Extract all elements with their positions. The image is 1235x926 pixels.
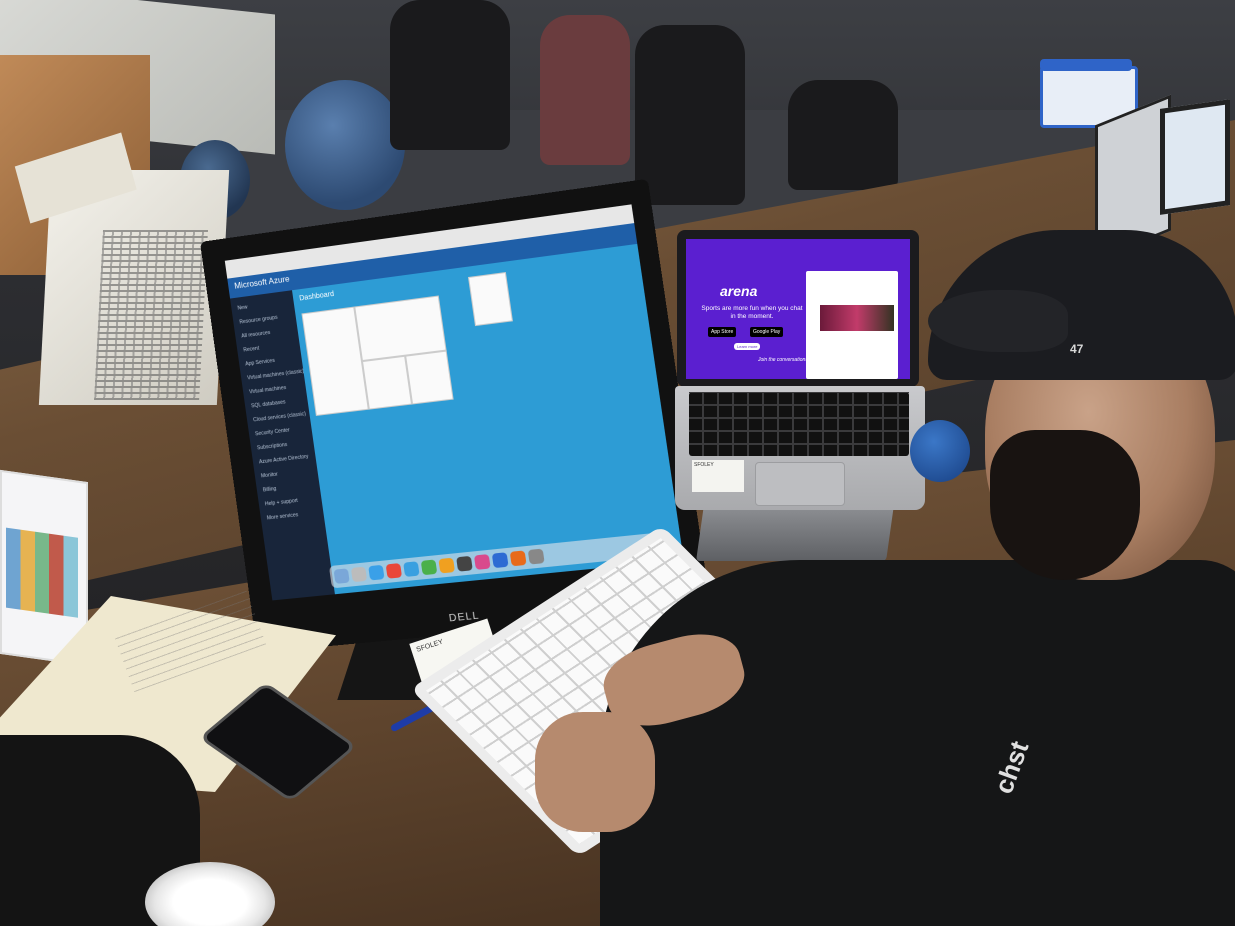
office-chair [788, 80, 898, 190]
arena-logo: arena [720, 283, 758, 299]
dashboard-tile[interactable] [405, 350, 454, 405]
messages-icon[interactable] [420, 559, 438, 576]
person-torso [600, 560, 1235, 926]
trackpad[interactable] [755, 462, 845, 506]
app-icon[interactable] [438, 557, 456, 574]
join-caption: Join the conversation! [758, 357, 807, 363]
trash-icon[interactable] [527, 548, 545, 565]
app-icon[interactable] [368, 564, 385, 581]
cap-bill [928, 290, 1068, 352]
background-laptop [1160, 99, 1230, 215]
learn-more-button[interactable]: Learn more [734, 343, 761, 350]
exercise-ball [285, 80, 405, 210]
sidebar-item[interactable]: Resource groups [239, 312, 296, 326]
chrome-icon[interactable] [385, 563, 403, 579]
app-icon[interactable] [491, 552, 509, 569]
blue-bowl [910, 420, 970, 482]
right-hand [535, 712, 655, 832]
color-swatches [6, 527, 78, 618]
launchpad-icon[interactable] [350, 566, 368, 583]
laptop-keyboard[interactable] [689, 392, 909, 456]
cap-logo: 47 [1070, 342, 1084, 356]
laptop-lid: arena Sports are more fun when you chat … [677, 230, 919, 387]
sidebar-item[interactable]: Virtual machines [249, 383, 306, 396]
sidebar-item[interactable]: App Services [245, 354, 302, 368]
sidebar-item[interactable]: Virtual machines (classic) [247, 368, 305, 381]
monitor-screen: Microsoft Azure New Resource groups All … [224, 204, 684, 601]
laptop-sticky-note: SFOLEY [692, 460, 744, 492]
arena-tagline: Sports are more fun when you chat in the… [701, 305, 803, 320]
sidebar-item[interactable]: SQL databases [251, 397, 308, 409]
laptop-stand [696, 505, 894, 561]
box-label-print [94, 230, 209, 400]
dashboard-tile[interactable] [467, 271, 513, 327]
sidebar-item[interactable]: All resources [241, 326, 298, 340]
app-icon[interactable] [473, 554, 491, 570]
sidebar-item[interactable]: More services [267, 509, 324, 521]
office-chair [390, 0, 510, 150]
cardboard-box-open [14, 132, 230, 405]
sidebar-item[interactable]: New [237, 298, 294, 311]
google-play-button[interactable]: Google Play [750, 327, 784, 337]
sidebar-item[interactable]: Billing [263, 481, 320, 494]
sidebar-item[interactable]: Security Center [255, 425, 312, 437]
sidebar-item[interactable]: Monitor [261, 467, 318, 480]
sidebar-item[interactable]: Recent [243, 340, 300, 354]
office-chair [635, 25, 745, 205]
skype-icon[interactable] [403, 561, 420, 577]
sidebar-item[interactable]: Help + support [265, 495, 322, 508]
chat-preview-image [820, 305, 894, 331]
office-scene: Microsoft Azure New Resource groups All … [0, 0, 1235, 926]
sidebar-item[interactable]: Cloud services (classic) [253, 411, 310, 423]
dashboard-title: Dashboard [298, 290, 335, 303]
sidebar-item[interactable]: Subscriptions [257, 439, 314, 452]
firefox-icon[interactable] [509, 550, 527, 567]
jacket-on-chair [540, 15, 630, 165]
app-store-button[interactable]: App Store [708, 327, 737, 337]
laptop-screen: arena Sports are more fun when you chat … [686, 239, 910, 379]
laptop-base: SFOLEY [675, 386, 925, 510]
terminal-icon[interactable] [456, 555, 473, 572]
dashboard-tile[interactable] [361, 355, 413, 410]
finder-icon[interactable] [333, 568, 350, 584]
sidebar-item[interactable]: Azure Active Directory [259, 453, 316, 466]
chat-preview-panel [806, 271, 898, 379]
person-beard [990, 430, 1140, 580]
